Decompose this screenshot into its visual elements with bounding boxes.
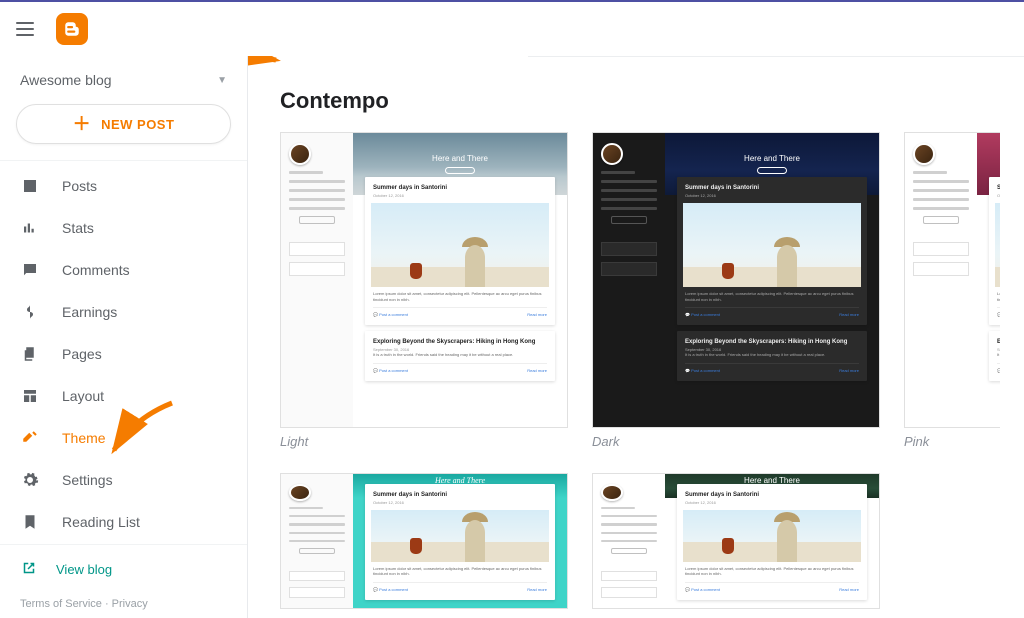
- open-external-icon: [20, 559, 38, 580]
- theme-card-pink[interactable]: Here and There Summer days in Santorini …: [904, 132, 1000, 449]
- sidebar-item-comments[interactable]: Comments: [0, 249, 247, 291]
- sidebar-item-label: Posts: [62, 178, 97, 194]
- preview-post-title: Summer days in Santorini: [373, 185, 547, 191]
- theme-icon: [20, 428, 40, 448]
- sidebar-item-label: Earnings: [62, 304, 117, 320]
- preview-post-card: Summer days in Santorini October 12, 201…: [365, 484, 555, 600]
- sidebar-item-layout[interactable]: Layout: [0, 375, 247, 417]
- sidebar-item-theme[interactable]: Theme: [0, 417, 247, 459]
- avatar-icon: [601, 484, 623, 501]
- theme-card-leaf[interactable]: Here and There Summer days in Santorini …: [592, 473, 880, 609]
- theme-card-light[interactable]: Here and There Summer days in Santorini …: [280, 132, 568, 449]
- preview-post-card: Exploring Beyond the Skyscrapers: Hiking…: [677, 331, 867, 381]
- section-title: Contempo: [280, 88, 1024, 114]
- preview-post-title: Summer days in Santorini: [997, 185, 1000, 191]
- theme-thumbnail[interactable]: Here and There Summer days in Santorini …: [280, 132, 568, 428]
- preview-post-card: Exploring Beyond the Skyscrapers: Hiking…: [989, 331, 1000, 381]
- sidebar-item-earnings[interactable]: Earnings: [0, 291, 247, 333]
- sidebar-item-posts[interactable]: Posts: [0, 165, 247, 207]
- sidebar-item-label: Reading List: [62, 514, 140, 530]
- new-post-label: NEW POST: [101, 117, 174, 132]
- view-blog-label: View blog: [56, 562, 112, 577]
- layout-icon: [20, 386, 40, 406]
- sidebar-item-settings[interactable]: Settings: [0, 459, 247, 501]
- preview-hero-title: Here and There: [432, 154, 488, 163]
- hamburger-menu-icon[interactable]: [16, 17, 40, 41]
- preview-post-card: Exploring Beyond the Skyscrapers: Hiking…: [365, 331, 555, 381]
- preview-post-title: Summer days in Santorini: [685, 185, 859, 191]
- theme-card-dark[interactable]: Here and There Summer days in Santorini …: [592, 132, 880, 449]
- comments-icon: [20, 260, 40, 280]
- sidebar-item-label: Settings: [62, 472, 113, 488]
- preview-post-card: Summer days in Santorini October 12, 201…: [365, 177, 555, 325]
- blogger-logo-icon[interactable]: [56, 13, 88, 45]
- theme-thumbnail[interactable]: Here and There Summer days in Santorini …: [280, 473, 568, 609]
- posts-icon: [20, 176, 40, 196]
- divider: [0, 160, 247, 161]
- preview-hero-title: Here and There: [744, 154, 800, 163]
- bookmark-icon: [20, 512, 40, 532]
- preview-post-title: Summer days in Santorini: [685, 492, 859, 498]
- sidebar-item-reading-list[interactable]: Reading List: [0, 501, 247, 543]
- sidebar-item-stats[interactable]: Stats: [0, 207, 247, 249]
- preview-post-card: Summer days in Santorini October 12, 201…: [677, 177, 867, 325]
- theme-thumbnail[interactable]: Here and There Summer days in Santorini …: [592, 132, 880, 428]
- sidebar-item-pages[interactable]: Pages: [0, 333, 247, 375]
- earnings-icon: [20, 302, 40, 322]
- theme-thumbnail[interactable]: Here and There Summer days in Santorini …: [904, 132, 1000, 428]
- pages-icon: [20, 344, 40, 364]
- blog-selector[interactable]: Awesome blog ▼: [0, 64, 247, 104]
- avatar-icon: [601, 143, 623, 165]
- new-post-button[interactable]: ＋ NEW POST: [16, 104, 231, 144]
- avatar-icon: [289, 143, 311, 165]
- footer-links: Terms of Service · Privacy: [0, 594, 247, 610]
- preview-post-title: Exploring Beyond the Skyscrapers: Hiking…: [997, 339, 1000, 345]
- divider: [528, 56, 1024, 57]
- avatar-icon: [913, 143, 935, 165]
- view-blog-link[interactable]: View blog: [0, 544, 247, 594]
- sidebar-item-label: Pages: [62, 346, 102, 362]
- preview-post-title: Exploring Beyond the Skyscrapers: Hiking…: [685, 339, 859, 345]
- sidebar-item-label: Layout: [62, 388, 104, 404]
- preview-post-card: Summer days in Santorini October 12, 201…: [989, 177, 1000, 325]
- gear-icon: [20, 470, 40, 490]
- preview-post-card: Summer days in Santorini October 12, 201…: [677, 484, 867, 600]
- stats-icon: [20, 218, 40, 238]
- theme-label: Pink: [904, 434, 1000, 449]
- sidebar-item-label: Stats: [62, 220, 94, 236]
- plus-icon: ＋: [73, 115, 92, 133]
- theme-thumbnail[interactable]: Here and There Summer days in Santorini …: [592, 473, 880, 609]
- sidebar-item-label: Theme: [62, 430, 106, 446]
- blog-selector-label: Awesome blog: [20, 72, 112, 88]
- theme-label: Dark: [592, 434, 880, 449]
- theme-card-teal[interactable]: Here and There Summer days in Santorini …: [280, 473, 568, 609]
- avatar-icon: [289, 484, 311, 501]
- chevron-down-icon: ▼: [217, 75, 227, 86]
- preview-post-title: Exploring Beyond the Skyscrapers: Hiking…: [373, 339, 547, 345]
- sidebar-item-label: Comments: [62, 262, 130, 278]
- preview-post-title: Summer days in Santorini: [373, 492, 547, 498]
- theme-label: Light: [280, 434, 568, 449]
